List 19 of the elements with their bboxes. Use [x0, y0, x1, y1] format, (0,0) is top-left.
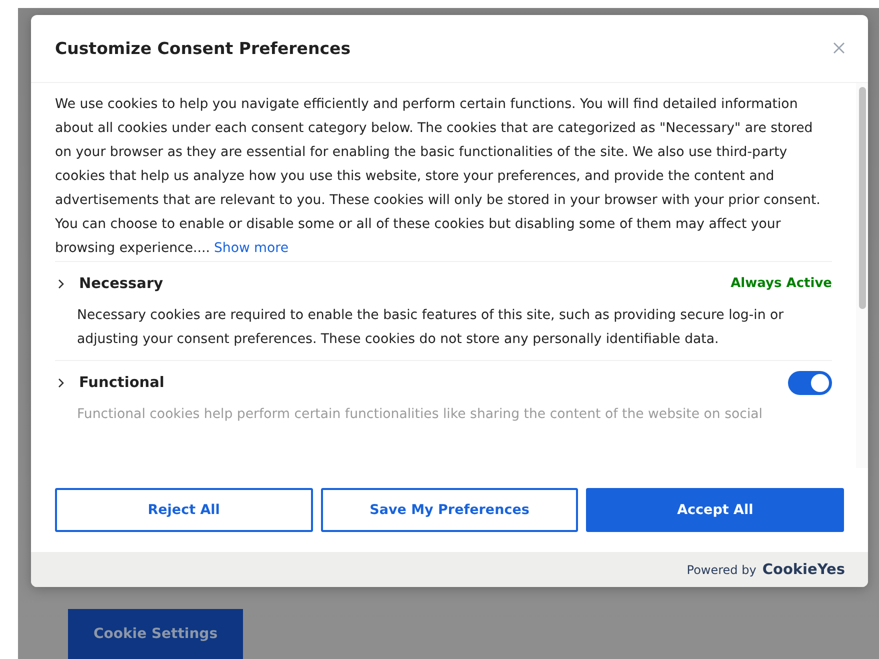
- chevron-right-icon[interactable]: [57, 278, 65, 289]
- category-description: Functional cookies help perform certain functionalities like sharing the content of the website on social: [77, 406, 764, 424]
- cookie-settings-button[interactable]: Cookie Settings: [68, 609, 243, 659]
- status-label: Always Active: [730, 276, 832, 292]
- close-icon[interactable]: [832, 41, 846, 56]
- consent-button[interactable]: Accept All: [586, 488, 844, 532]
- chevron-right-icon[interactable]: [57, 378, 65, 388]
- toggle-switch[interactable]: [788, 370, 832, 395]
- powered-by-text: Powered by: [686, 562, 756, 577]
- category-name: Necessary: [79, 276, 164, 292]
- show-more-link[interactable]: Show more: [214, 240, 289, 256]
- scrollbar[interactable]: [856, 82, 868, 468]
- intro-paragraph: We use cookies to help you navigate efficiently and perform certain functions. You will find detailed information about all cookies under each consent category below. The cookies that are categorized as "Necessary" are stored on your browser as they are essential for enabling the basic functionalities of the site. We also use third-party cookies that help us analyze how you use this website, store your preferences, and provide the content and advertisements that are relevant to you. These cookies will only be stored in your browser with your prior consent. You can choose to enable or disable some or all of these cookies but disabling some of them may affect your browsing experience.... Show more: [55, 96, 822, 258]
- dialog-title: Customize Consent Preferences: [55, 38, 351, 58]
- brand-logo: CookieYes: [762, 562, 845, 578]
- consent-button[interactable]: Reject All: [55, 488, 313, 532]
- consent-button[interactable]: Save My Preferences: [320, 488, 578, 532]
- category-description: Necessary cookies are required to enable the basic features of this site, such as providing secure log-in or adjusting your consent preferences. These cookies do not store any personally identifiable data.: [77, 306, 785, 349]
- category-name: Functional: [79, 374, 166, 391]
